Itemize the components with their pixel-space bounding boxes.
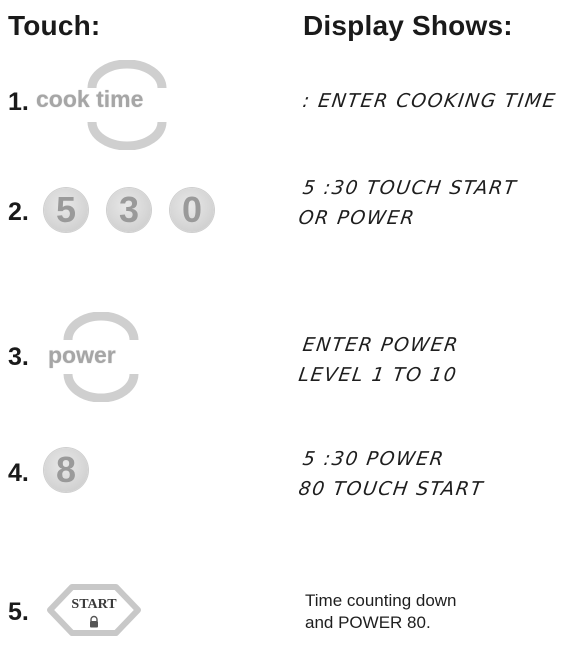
display-line: : ENTER COOKING TIME — [301, 90, 558, 112]
step-number: 5. — [8, 598, 29, 626]
display-text: ENTER POWER LEVEL 1 TO 10 — [297, 330, 464, 390]
display-text: 5 :30 POWER 80 TOUCH START — [297, 444, 490, 504]
display-text: : ENTER COOKING TIME — [301, 86, 559, 116]
display-column-header: Display Shows: — [303, 10, 513, 41]
lock-icon — [90, 615, 98, 628]
step-number: 1. — [8, 88, 29, 116]
step-number: 3. — [8, 343, 29, 371]
digit-label: 0 — [181, 189, 203, 230]
display-line: ENTER POWER — [301, 334, 461, 356]
digit-3-key[interactable]: 3 — [107, 188, 151, 232]
display-text: Time counting down and POWER 80. — [305, 590, 457, 634]
step-number: 4. — [8, 459, 29, 487]
display-line: 5 :30 POWER — [301, 448, 447, 470]
display-text: 5 :30 TOUCH START OR POWER — [297, 173, 519, 233]
touch-column-header: Touch: — [8, 10, 101, 41]
display-line: Time counting down — [305, 591, 457, 610]
display-line: and POWER 80. — [305, 613, 431, 632]
start-key[interactable]: START — [44, 583, 144, 637]
digit-0-key[interactable]: 0 — [170, 188, 214, 232]
digit-label: 8 — [55, 449, 77, 490]
display-line: 5 :30 TOUCH START — [301, 177, 519, 199]
digit-8-key[interactable]: 8 — [44, 448, 88, 492]
start-key-label: START — [71, 597, 117, 612]
display-line: 80 TOUCH START — [297, 478, 486, 500]
power-key-label: power — [48, 342, 116, 368]
display-line: LEVEL 1 TO 10 — [297, 364, 459, 386]
digit-label: 5 — [55, 189, 77, 230]
step-number: 2. — [8, 198, 29, 226]
display-line: OR POWER — [297, 207, 417, 229]
digit-5-key[interactable]: 5 — [44, 188, 88, 232]
cook-time-key-label: cook time — [36, 86, 144, 112]
digit-label: 3 — [118, 189, 140, 230]
